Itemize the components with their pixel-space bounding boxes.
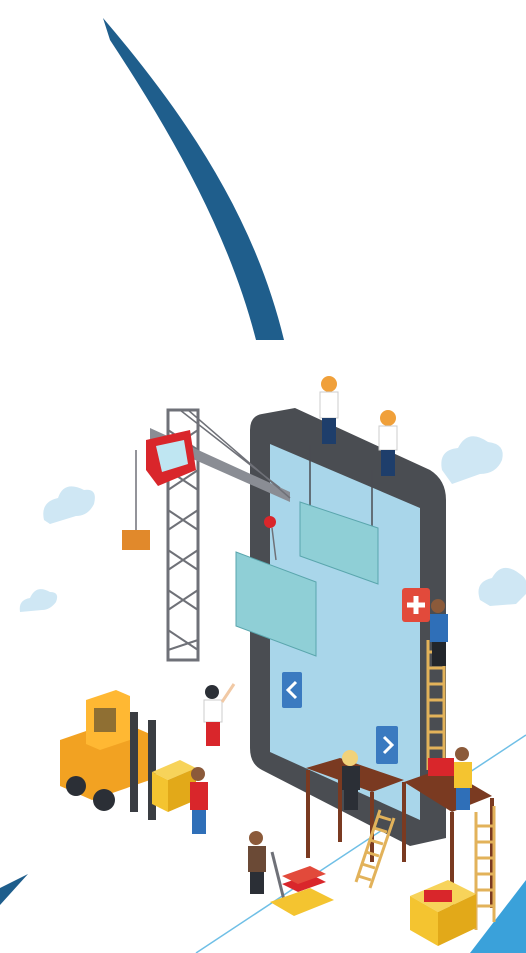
worker-pointing <box>203 683 236 746</box>
medical-cross-icon <box>402 588 430 622</box>
pallet-jack <box>270 851 334 916</box>
chevron-left-icon <box>282 672 302 708</box>
worker-forklift <box>190 767 208 834</box>
chevron-right-icon <box>376 726 398 764</box>
worker-pallet <box>248 831 266 894</box>
cloud-left-lower <box>19 589 58 612</box>
cloud-left-upper <box>43 486 95 524</box>
construction-illustration <box>0 18 526 953</box>
cloud-right-lower <box>478 568 526 606</box>
yellow-box <box>410 880 476 946</box>
worker-top-right <box>378 410 398 476</box>
worker-desk <box>342 750 360 810</box>
forklift <box>60 690 196 820</box>
crane-hook-box <box>122 530 150 550</box>
cloud-right-upper <box>441 436 503 484</box>
accent-dark-shape <box>0 874 28 905</box>
blue-arc-stroke <box>103 18 284 340</box>
worker-top-left <box>319 376 339 444</box>
forklift-boxes <box>152 760 196 812</box>
